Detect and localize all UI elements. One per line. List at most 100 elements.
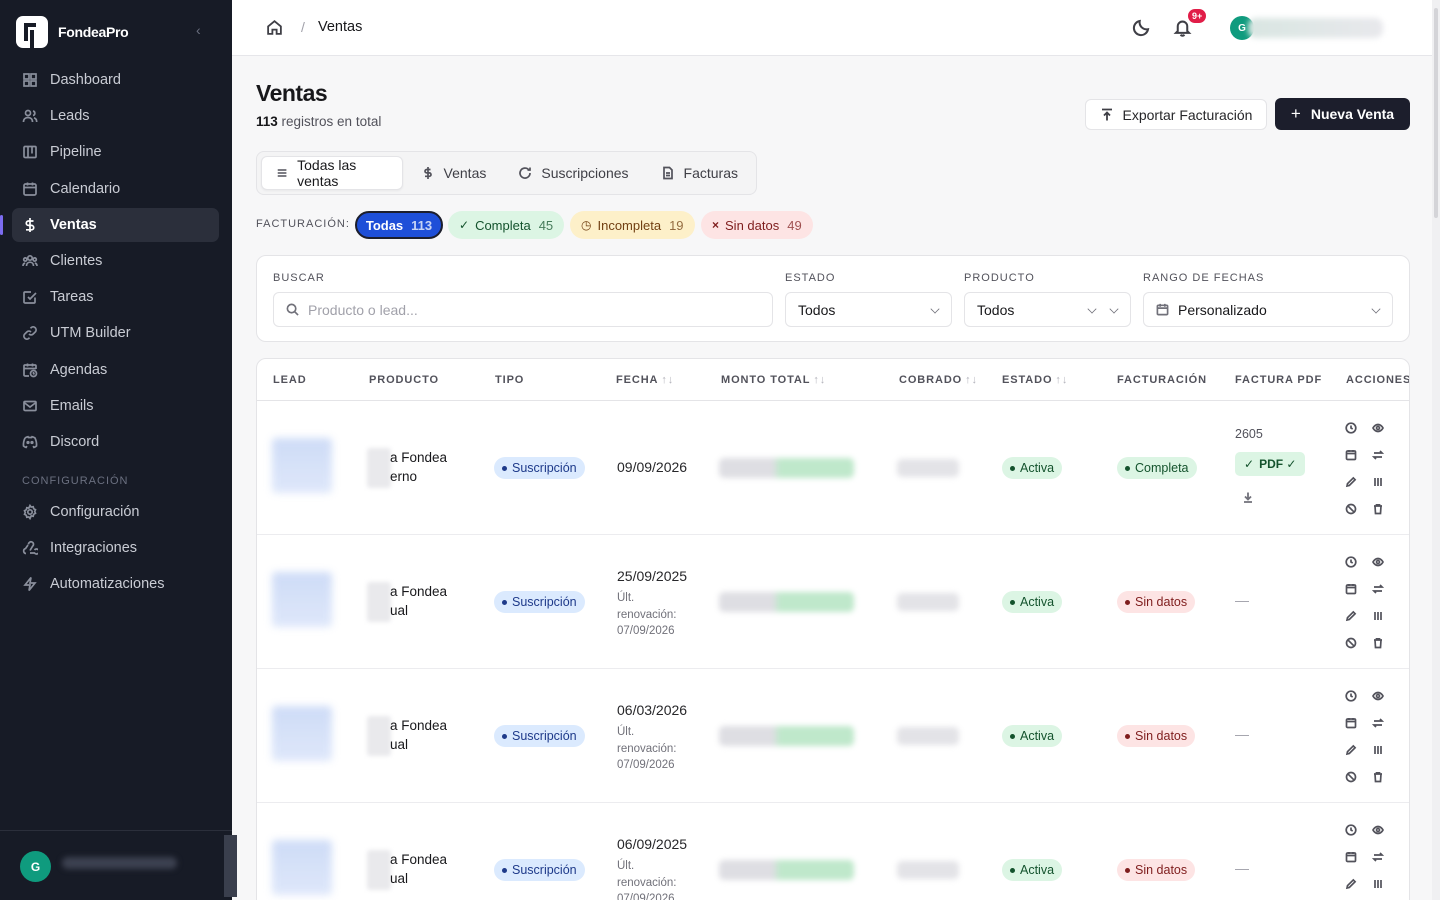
sidebar-user[interactable]: G — [0, 830, 232, 900]
date-range-select[interactable]: Personalizado — [1143, 292, 1393, 327]
checklist-icon — [23, 291, 37, 304]
sale-date: 06/03/2026 — [617, 702, 688, 718]
sidebar-item-pipeline[interactable]: Pipeline — [12, 135, 219, 169]
columns-icon[interactable] — [1372, 877, 1386, 891]
chip-incompleta[interactable]: ◷ Incompleta 19 — [570, 211, 695, 239]
table-row[interactable]: a Fondea ual Suscripción 25/09/2025 Últ. reno… — [257, 535, 1409, 669]
table-row[interactable]: a Fondea ual Suscripción 06/03/2026 Últ. reno… — [257, 669, 1409, 803]
columns-icon[interactable] — [1372, 743, 1386, 757]
sidebar-item-clientes[interactable]: Clientes — [12, 244, 219, 278]
sidebar-item-utm-builder[interactable]: UTM Builder — [12, 316, 219, 350]
view-icon[interactable] — [1372, 689, 1386, 703]
product-name: a Fondea ual — [390, 582, 447, 620]
chip-completa[interactable]: ✓ Completa 45 — [448, 211, 565, 239]
history-icon[interactable] — [1345, 421, 1359, 435]
sidebar-item-tareas[interactable]: Tareas — [12, 280, 219, 314]
lead-name-redacted[interactable] — [272, 706, 332, 761]
records-count-number: 113 — [256, 114, 278, 129]
calendar-icon[interactable] — [1345, 716, 1359, 730]
edit-icon[interactable] — [1345, 609, 1359, 623]
new-sale-button[interactable]: + Nueva Venta — [1275, 98, 1410, 130]
producto-select[interactable]: Todos — [964, 292, 1131, 327]
transfer-icon[interactable] — [1371, 582, 1386, 596]
trash-icon[interactable] — [1372, 636, 1386, 650]
export-billing-button[interactable]: Exportar Facturación — [1085, 99, 1267, 130]
view-icon[interactable] — [1372, 421, 1386, 435]
history-icon[interactable] — [1345, 555, 1359, 569]
collapse-sidebar-icon[interactable]: ‹ — [196, 22, 201, 38]
th-monto-total[interactable]: MONTO TOTAL ↑↓ — [721, 374, 826, 386]
calendar-icon[interactable] — [1345, 850, 1359, 864]
download-icon[interactable] — [1242, 490, 1254, 506]
trash-icon[interactable] — [1372, 770, 1386, 784]
chip-todas[interactable]: Todas 113 — [355, 211, 443, 239]
amount-redacted — [719, 458, 854, 478]
product-name-line: erno — [390, 469, 418, 484]
th-estado[interactable]: ESTADO ↑↓ — [1002, 374, 1068, 386]
history-icon[interactable] — [1345, 823, 1359, 837]
edit-icon[interactable] — [1345, 877, 1359, 891]
calendar-icon[interactable] — [1345, 582, 1359, 596]
cancel-icon[interactable] — [1345, 502, 1359, 516]
calendar-icon[interactable] — [1345, 448, 1359, 462]
th-lead[interactable]: LEAD — [273, 374, 307, 386]
tab-todas-las-ventas[interactable]: Todas las ventas — [261, 156, 403, 190]
th-tipo[interactable]: TIPO — [495, 374, 524, 386]
sidebar-item-label: Leads — [50, 108, 90, 125]
edit-icon[interactable] — [1345, 743, 1359, 757]
th-facturacion[interactable]: FACTURACIÓN — [1117, 374, 1207, 386]
sale-date: 06/09/2025 — [617, 836, 688, 852]
sidebar-item-integraciones[interactable]: Integraciones — [12, 531, 219, 565]
search-input[interactable]: Producto o lead... — [273, 292, 773, 327]
chip-sin-datos[interactable]: × Sin datos 49 — [701, 211, 813, 239]
columns-icon[interactable] — [1372, 475, 1386, 489]
moon-icon[interactable] — [1132, 18, 1151, 40]
edit-icon[interactable] — [1345, 475, 1359, 489]
sidebar-item-label: Calendario — [50, 180, 121, 197]
sidebar-item-leads[interactable]: Leads — [12, 99, 219, 133]
home-icon[interactable] — [266, 19, 283, 39]
history-icon[interactable] — [1345, 689, 1359, 703]
columns-icon[interactable] — [1372, 609, 1386, 623]
transfer-icon[interactable] — [1371, 448, 1386, 462]
th-producto[interactable]: PRODUCTO — [369, 374, 439, 386]
th-factura-pdf[interactable]: FACTURA PDF — [1235, 374, 1322, 386]
pdf-badge[interactable]: ✓ PDF ✓ — [1235, 452, 1306, 476]
page-scrollbar[interactable] — [1432, 0, 1440, 900]
view-icon[interactable] — [1372, 555, 1386, 569]
calendar-icon — [23, 182, 37, 196]
transfer-icon[interactable] — [1371, 716, 1386, 730]
table-row[interactable]: a Fondea ual Suscripción 06/09/2025 Últ. reno… — [257, 803, 1409, 900]
sidebar-item-emails[interactable]: Emails — [12, 389, 219, 423]
product-name-line: a Fondea — [390, 450, 448, 465]
lead-name-redacted[interactable] — [272, 438, 332, 493]
product-name-line: a Fondea — [390, 584, 448, 599]
tab-suscripciones[interactable]: Suscripciones — [504, 156, 642, 190]
th-cobrado[interactable]: COBRADO ↑↓ — [899, 374, 978, 386]
cancel-icon[interactable] — [1345, 636, 1359, 650]
chevron-down-icon — [1087, 304, 1097, 314]
transfer-icon[interactable] — [1371, 850, 1386, 864]
cancel-icon[interactable] — [1345, 770, 1359, 784]
tab-ventas[interactable]: Ventas — [407, 156, 501, 190]
sidebar-item-agendas[interactable]: Agendas — [12, 353, 219, 387]
sidebar-item-discord[interactable]: Discord — [12, 425, 219, 459]
lead-name-redacted[interactable] — [272, 572, 332, 627]
sidebar-item-configuracion[interactable]: Configuración — [12, 495, 219, 529]
tab-facturas[interactable]: Facturas — [647, 156, 752, 190]
notification-badge: 9+ — [1187, 8, 1208, 24]
brand[interactable]: FondeaPro — [16, 16, 129, 48]
lead-name-redacted[interactable] — [272, 840, 332, 895]
sidebar-item-ventas[interactable]: Ventas — [0, 207, 219, 242]
table-row[interactable]: a Fondea erno Suscripción 09/09/2026 Activa C… — [257, 401, 1409, 535]
estado-select[interactable]: Todos — [785, 292, 952, 327]
sidebar-item-dashboard[interactable]: Dashboard — [12, 63, 219, 97]
view-icon[interactable] — [1372, 823, 1386, 837]
product-name-line: ual — [390, 603, 409, 618]
user-name-redacted[interactable] — [1248, 18, 1383, 38]
th-fecha[interactable]: FECHA ↑↓ — [616, 374, 674, 386]
sidebar-item-calendario[interactable]: Calendario — [12, 172, 219, 206]
sidebar-scrollbar[interactable] — [224, 835, 237, 897]
trash-icon[interactable] — [1372, 502, 1386, 516]
sidebar-item-automatizaciones[interactable]: Automatizaciones — [12, 567, 219, 601]
